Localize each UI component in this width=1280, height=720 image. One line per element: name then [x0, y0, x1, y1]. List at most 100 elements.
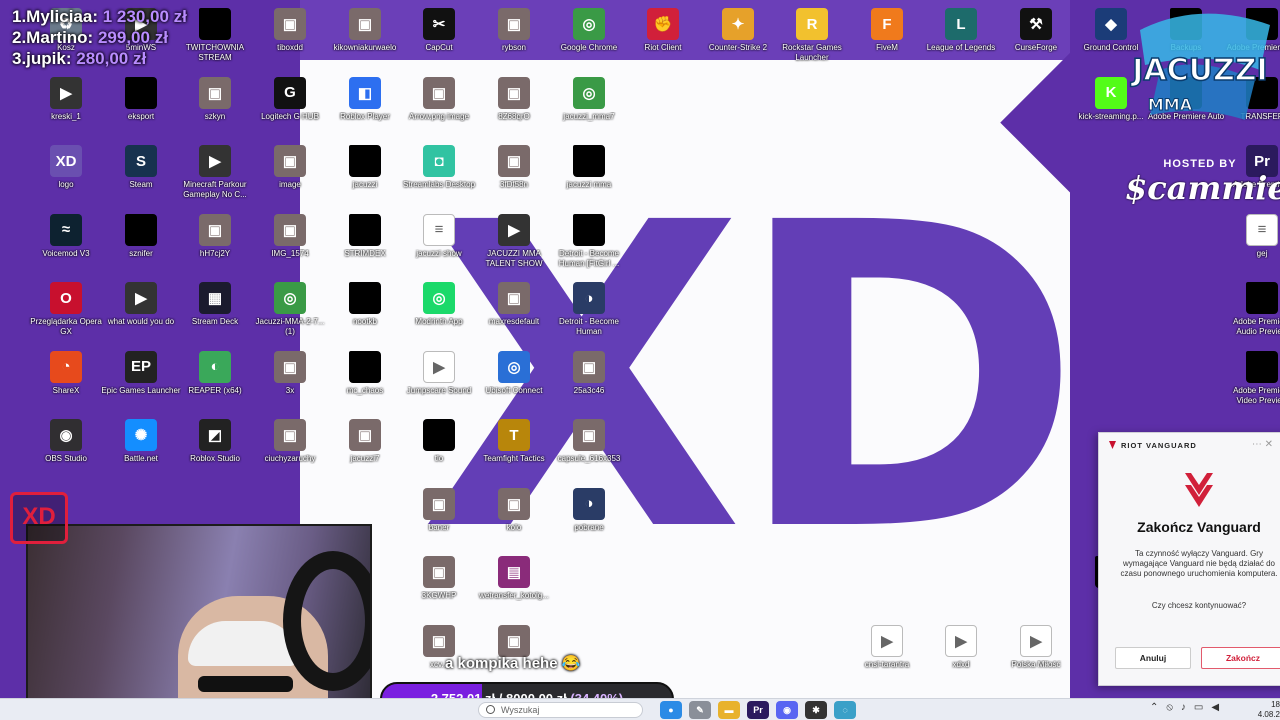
- desktop-icon-image[interactable]: ▣ image: [250, 145, 330, 213]
- desktop-icon-jacuzzi7[interactable]: ▣ jacuzzi7: [325, 419, 405, 487]
- desktop-icon-detroit-become-human-fitgirl[interactable]: Detroit - Become Human [FitGirl ...: [549, 213, 629, 282]
- desktop-icon-league-of-legends[interactable]: L League of Legends: [921, 8, 1001, 76]
- desktop-icon-jacuzzi[interactable]: jacuzzi: [325, 145, 405, 213]
- tray-icon[interactable]: ◀: [1211, 702, 1219, 713]
- tray-icon[interactable]: ⦸: [1166, 702, 1173, 713]
- desktop-icon-tlo[interactable]: tlo: [399, 419, 479, 487]
- desktop-icon-voicemod-v3[interactable]: ≈ Voicemod V3: [26, 213, 106, 282]
- desktop-icon-nootkb[interactable]: nootkb: [325, 282, 405, 350]
- desktop-icon-roblox-player[interactable]: ◧ Roblox Player: [325, 76, 405, 145]
- desktop-icon-minecraft-parkour-gameplay-no-c[interactable]: ▶ Minecraft Parkour Gameplay No C...: [175, 145, 255, 213]
- desktop-icon-jacuzzi-show[interactable]: ≡ jacuzzi show: [399, 213, 479, 282]
- desktop-icon-what-would-you-do[interactable]: ▶ what would you do: [101, 282, 181, 350]
- desktop-icon-logo[interactable]: XD logo: [26, 145, 106, 213]
- desktop-icon-modrinth-app[interactable]: ◎ Modrinth App: [399, 282, 479, 350]
- desktop-icon-cnsl-tarantra[interactable]: ▶ cnsl-tarantra: [847, 624, 927, 693]
- desktop-icon-mc-chaos[interactable]: mc_chaos: [325, 350, 405, 419]
- desktop-icon-ubisoft-connect[interactable]: ◎ Ubisoft Connect: [474, 350, 554, 419]
- desktop-icon-sznifer[interactable]: sznifer: [101, 213, 181, 282]
- desktop-icon-twitchownia-stream[interactable]: TWITCHOWNIA STREAM: [175, 8, 255, 76]
- desktop-icon-capcut[interactable]: ✂ CapCut: [399, 8, 479, 76]
- doc-icon: ≡: [423, 213, 455, 246]
- desktop-icon-epic-games-launcher[interactable]: EP Epic Games Launcher: [101, 350, 181, 419]
- desktop-icon-sharex[interactable]: ◔ ShareX: [26, 350, 106, 419]
- desktop-icon-fivem[interactable]: F FiveM: [847, 8, 927, 76]
- folder-icon: [125, 213, 157, 246]
- audio-icon: ▶: [423, 350, 455, 383]
- desktop-icon-przegl-darka-opera-gx[interactable]: O Przeglądarka Opera GX: [26, 282, 106, 350]
- desktop-icon-pobrane[interactable]: ◑ pobrane: [549, 487, 629, 556]
- desktop-icon-kolo[interactable]: ▣ kolo: [474, 487, 554, 556]
- taskbar-chrome-icon[interactable]: ●: [660, 701, 682, 719]
- desktop-icon-teamfight-tactics[interactable]: T Teamfight Tactics: [474, 419, 554, 487]
- desktop-icon-google-chrome[interactable]: ◎ Google Chrome: [549, 8, 629, 76]
- desktop-icon-steam[interactable]: S Steam: [101, 145, 181, 213]
- desktop-icon-jacuzzi-mma-talent-show[interactable]: ▶ JACUZZI MMA TALENT SHOW: [474, 213, 554, 282]
- image-icon: ▣: [498, 282, 530, 314]
- desktop-icon-ciuchyzaruchy[interactable]: ▣ ciuchyzaruchy: [250, 419, 330, 487]
- desktop-icon-8z68qro[interactable]: ▣ 8Z68qrO: [474, 76, 554, 145]
- desktop-icon-capsule-616x353[interactable]: ▣ capsule_616x353: [549, 419, 629, 487]
- cancel-button[interactable]: Anuluj: [1115, 647, 1191, 669]
- window-controls[interactable]: ⋯ ✕: [1252, 439, 1273, 450]
- desktop-icon-szkyn[interactable]: ▣ szkyn: [175, 76, 255, 145]
- icon-label: baner: [428, 522, 450, 532]
- chrome-icon: ◎: [573, 8, 605, 40]
- desktop-icon-kikowniakurwaelo[interactable]: ▣ kikowniakurwaelo: [325, 8, 405, 76]
- icon-label: Teamfight Tactics: [483, 454, 545, 463]
- taskbar-search-box[interactable]: Wyszukaj: [478, 702, 643, 718]
- desktop-icon-adobe-premiere-audio-preview[interactable]: Adobe Premiere Audio Preview: [1222, 282, 1280, 350]
- desktop-icon-stream-deck[interactable]: ▦ Stream Deck: [175, 282, 255, 350]
- desktop-icon-counter-strike-2[interactable]: ✦ Counter-Strike 2: [698, 8, 778, 76]
- taskbar-premiere-icon[interactable]: Pr: [747, 701, 769, 719]
- tray-icon[interactable]: ▭: [1194, 702, 1203, 713]
- desktop-icon-xdxd[interactable]: ▶ xdxd: [921, 624, 1001, 693]
- webcam-feed: [26, 524, 372, 720]
- desktop-icon-battle-net[interactable]: ✺ Battle.net: [101, 419, 181, 487]
- tray-icon[interactable]: ♪: [1181, 702, 1186, 713]
- desktop-icon-polska-mi-o[interactable]: ▶ Polska Miłość: [996, 624, 1076, 693]
- desktop-icon-reaper-x64[interactable]: ◐ REAPER (x64): [175, 350, 255, 419]
- taskbar-app-icon[interactable]: ◌: [834, 701, 856, 719]
- desktop-icon-jacuzzi-mma7[interactable]: ◎ jacuzzi_mma7: [549, 76, 629, 145]
- taskbar-discord-icon[interactable]: ◉: [776, 701, 798, 719]
- desktop-icon-arrow-png-image[interactable]: ▣ Arrow.png image: [399, 76, 479, 145]
- desktop-icon-25a3c46[interactable]: ▣ 25a3c46: [549, 350, 629, 419]
- folder-icon: [125, 76, 157, 109]
- desktop-icon-roblox-studio[interactable]: ◩ Roblox Studio: [175, 419, 255, 487]
- desktop-icon-jacuzzi-mma[interactable]: jacuzzi mma: [549, 145, 629, 213]
- desktop-icon-maxresdefault[interactable]: ▣ maxresdefault: [474, 282, 554, 350]
- taskbar-explorer-icon[interactable]: ▬: [718, 701, 740, 719]
- icon-label: logo: [58, 180, 74, 189]
- desktop-icon-obs-studio[interactable]: ◉ OBS Studio: [26, 419, 106, 487]
- desktop-icon-curseforge[interactable]: ⚒ CurseForge: [996, 8, 1076, 76]
- taskbar-pen-icon[interactable]: ✎: [689, 701, 711, 719]
- desktop-icon-baner[interactable]: ▣ baner: [399, 487, 479, 556]
- desktop-icon-rybson[interactable]: ▣ rybson: [474, 8, 554, 76]
- taskbar-davinci-icon[interactable]: ✱: [805, 701, 827, 719]
- desktop-icon-rockstar-games-launcher[interactable]: R Rockstar Games Launcher: [772, 8, 852, 76]
- desktop-icon-adobe-premiere-video-preview[interactable]: Adobe Premiere Video Preview: [1222, 350, 1280, 419]
- confirm-exit-button[interactable]: Zakończ: [1201, 647, 1280, 669]
- desktop-icon-riot-client[interactable]: ✊ Riot Client: [623, 8, 703, 76]
- desktop-icon-3x[interactable]: ▣ 3x: [250, 350, 330, 419]
- desktop-icon-3fdf58n[interactable]: ▣ 3fDf58n: [474, 145, 554, 213]
- desktop-icon-3kgwhp[interactable]: ▣ 3KGWHP: [399, 556, 479, 624]
- desktop-icon-gej[interactable]: ≡ gej: [1222, 213, 1280, 282]
- taskbar-clock[interactable]: 18 4.08.2: [1254, 700, 1280, 720]
- desktop-icon-img-1574[interactable]: ▣ IMG_1574: [250, 213, 330, 282]
- desktop-icon-kreski-1[interactable]: ▶ kreski_1: [26, 76, 106, 145]
- desktop-icon-logitech-g-hub[interactable]: G Logitech G HUB: [250, 76, 330, 145]
- tray-icon[interactable]: ⌃: [1150, 702, 1158, 713]
- winrar-icon: ▤: [498, 556, 530, 588]
- desktop-icon-detroit-become-human[interactable]: ◑ Detroit - Become Human: [549, 282, 629, 350]
- icon-label: szkyn: [204, 111, 226, 121]
- desktop-icon-eksport[interactable]: eksport: [101, 76, 181, 145]
- desktop-icon-hh7cj2y[interactable]: ▣ hH7cj2Y: [175, 213, 255, 282]
- desktop-icon-wetransfer-kotolg[interactable]: ▤ wetransfer_kotolg...: [474, 556, 554, 624]
- desktop-icon-jacuzzi-mma-2-7-1[interactable]: ◎ Jacuzzi-MMA-2-7... (1): [250, 282, 330, 350]
- desktop-icon-tiboxdd[interactable]: ▣ tiboxdd: [250, 8, 330, 76]
- desktop-icon-strimdex[interactable]: STRIMDEX: [325, 213, 405, 282]
- desktop-icon-jumpscare-sound[interactable]: ▶ Jumpscare Sound: [399, 350, 479, 419]
- desktop-icon-streamlabs-desktop[interactable]: ◘ Streamlabs Desktop: [399, 145, 479, 213]
